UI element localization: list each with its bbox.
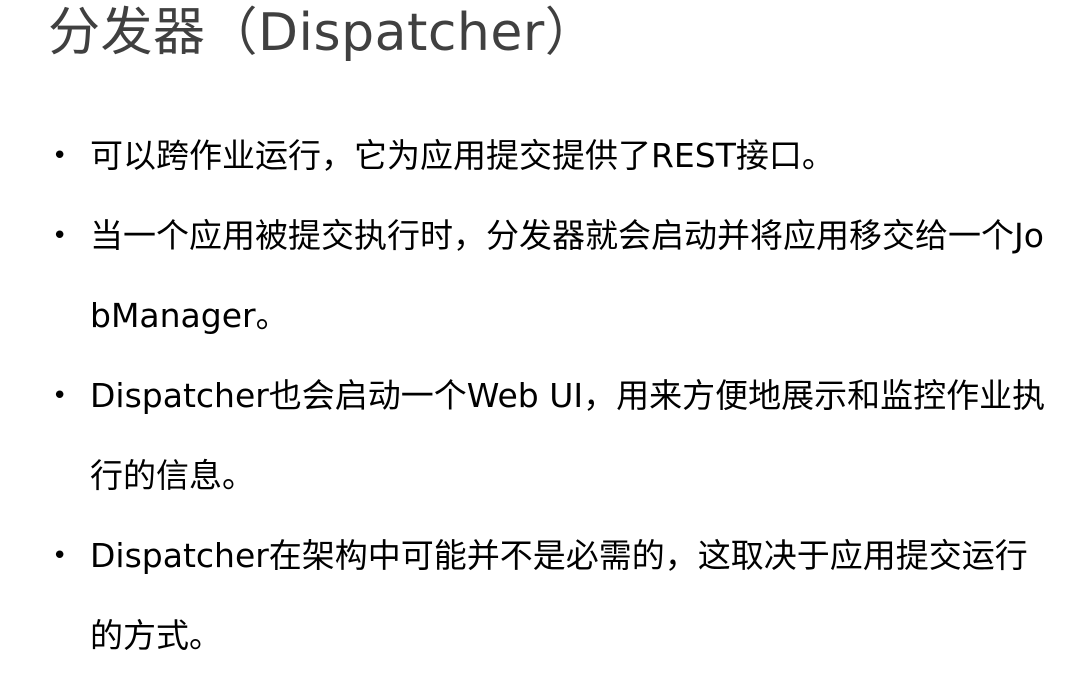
slide: 分发器（Dispatcher） • 可以跨作业运行，它为应用提交提供了REST接… (0, 0, 1082, 660)
bullet-marker: • (52, 141, 68, 171)
bullet-text: 可以跨作业运行，它为应用提交提供了REST接口。 (90, 136, 835, 175)
bullet-marker: • (52, 541, 68, 571)
bullet-text: Dispatcher也会启动一个Web UI，用来方便地展示和监控作业执行的信息… (90, 376, 1046, 495)
bullet-item: • Dispatcher在架构中可能并不是必需的，这取决于应用提交运行的方式。 (0, 516, 1082, 676)
bullet-list: • 可以跨作业运行，它为应用提交提供了REST接口。 • 当一个应用被提交执行时… (0, 116, 1082, 676)
slide-title: 分发器（Dispatcher） (48, 3, 598, 63)
bullet-text: 当一个应用被提交执行时，分发器就会启动并将应用移交给一个JobManager。 (90, 216, 1044, 335)
bullet-item: • Dispatcher也会启动一个Web UI，用来方便地展示和监控作业执行的… (0, 356, 1082, 516)
bullet-marker: • (52, 221, 68, 251)
bullet-item: • 可以跨作业运行，它为应用提交提供了REST接口。 (0, 116, 1082, 196)
bullet-text: Dispatcher在架构中可能并不是必需的，这取决于应用提交运行的方式。 (90, 536, 1028, 655)
bullet-item: • 当一个应用被提交执行时，分发器就会启动并将应用移交给一个JobManager… (0, 196, 1082, 356)
bullet-marker: • (52, 381, 68, 411)
